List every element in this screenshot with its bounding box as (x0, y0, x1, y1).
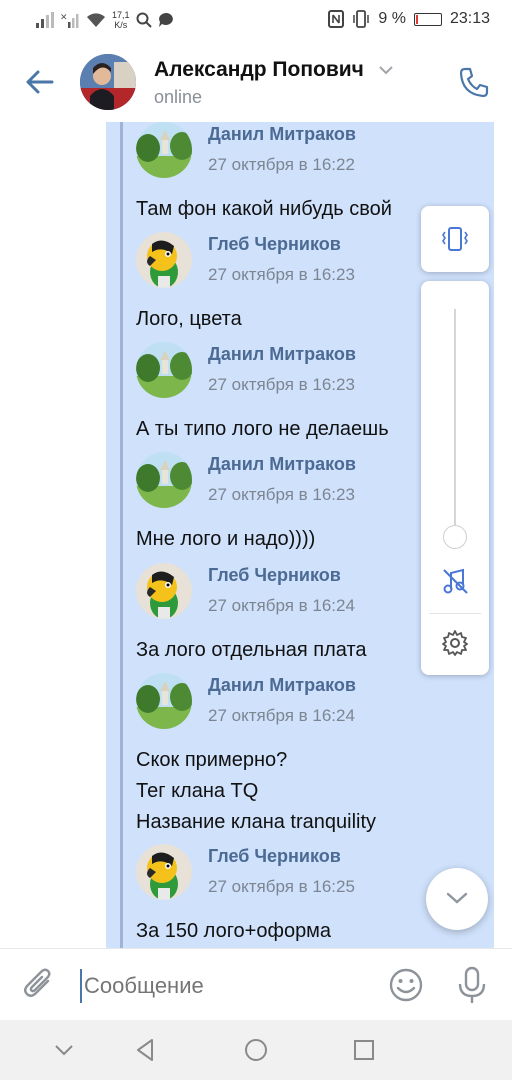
nav-recents-icon[interactable] (350, 1036, 378, 1064)
nav-home-icon[interactable] (242, 1036, 270, 1064)
battery-percent: 9 % (378, 10, 406, 27)
svg-text:✕: ✕ (60, 13, 68, 23)
battery-icon (413, 12, 442, 26)
message-text-line: Название клана tranquility (136, 811, 377, 833)
park-photo (136, 122, 192, 178)
net-speed-unit: K/s (114, 20, 128, 30)
chat-header: Александр Попович online (0, 44, 512, 122)
message-text: А ты типо лого не делаешь (136, 418, 389, 440)
forwarded-quote-bar (120, 122, 123, 948)
message-time: 27 октября в 16:22 (208, 155, 355, 174)
message-time: 27 октября в 16:23 (208, 265, 355, 284)
author-avatar[interactable] (136, 452, 192, 508)
status-time: 23:13 (449, 10, 490, 27)
vibrate-icon (442, 227, 468, 251)
message-text: Там фон какой нибудь свой (136, 198, 392, 220)
message-text: За лого отдельная плата (136, 639, 367, 661)
message-time: 27 октября в 16:24 (208, 596, 355, 615)
author-avatar[interactable] (136, 844, 192, 900)
message-text-line: Тег клана TQ (136, 780, 259, 802)
chevron-down-icon (446, 892, 468, 904)
vibrate-status-icon (353, 10, 370, 28)
author-avatar[interactable] (136, 342, 192, 398)
author-avatar[interactable] (136, 122, 192, 178)
system-navigation-bar (0, 1020, 512, 1080)
message-text-line: Скок примерно? (136, 749, 288, 771)
volume-slider-knob[interactable] (443, 525, 467, 549)
status-bar: ✕ 17,1 K/s 9 % 23:13 (0, 0, 512, 44)
vibrate-mode-button[interactable] (421, 206, 489, 272)
message-time: 27 октября в 16:23 (208, 375, 355, 394)
signal-icon (36, 12, 54, 28)
emoji-icon[interactable] (388, 967, 424, 1003)
message-text: Скок примерно? Тег клана TQ Название кла… (136, 745, 426, 838)
battery-fill (415, 14, 418, 24)
scroll-down-button[interactable] (426, 868, 488, 930)
author-avatar[interactable] (136, 673, 192, 729)
contact-avatar[interactable] (80, 54, 136, 110)
nav-hide-icon[interactable] (50, 1036, 78, 1064)
message-author[interactable]: Глеб Черников (208, 234, 341, 255)
back-arrow-icon[interactable] (22, 64, 58, 100)
message-author[interactable]: Данил Митраков (208, 454, 356, 475)
volume-slider-track[interactable] (454, 309, 456, 537)
volume-divider (429, 613, 481, 614)
message-text: Лого, цвета (136, 308, 242, 330)
parrot-photo (136, 232, 192, 288)
park-photo (136, 673, 192, 729)
contact-status: online (154, 87, 203, 107)
nfc-icon (328, 10, 345, 28)
parrot-photo (136, 563, 192, 619)
search-icon (136, 12, 152, 28)
message-time: 27 октября в 16:23 (208, 485, 355, 504)
gear-icon[interactable] (439, 627, 471, 659)
park-photo (136, 342, 192, 398)
message-author[interactable]: Данил Митраков (208, 344, 356, 365)
phone-icon[interactable] (456, 64, 492, 100)
contact-name[interactable]: Александр Попович (154, 58, 364, 82)
message-composer (0, 948, 512, 1020)
message-text: За 150 лого+оформа (136, 920, 332, 942)
signal-x-icon: ✕ (60, 13, 79, 28)
author-avatar[interactable] (136, 232, 192, 288)
chat-notification-icon (158, 13, 173, 27)
message-time: 27 октября в 16:24 (208, 706, 355, 725)
chevron-down-icon[interactable] (378, 64, 394, 76)
message-input[interactable] (80, 969, 370, 1003)
message-text: Мне лого и надо)))) (136, 528, 316, 550)
message-author[interactable]: Данил Митраков (208, 675, 356, 696)
message-author[interactable]: Данил Митраков (208, 124, 356, 145)
paperclip-icon[interactable] (22, 967, 58, 1003)
message-time: 27 октября в 16:25 (208, 877, 355, 896)
music-mute-icon[interactable] (439, 565, 471, 597)
net-speed-value: 17,1 (112, 10, 130, 20)
wifi-icon (87, 13, 105, 27)
message-author[interactable]: Глеб Черников (208, 565, 341, 586)
volume-panel (421, 281, 489, 675)
park-photo (136, 452, 192, 508)
parrot-photo (136, 844, 192, 900)
microphone-icon[interactable] (454, 965, 490, 1005)
author-avatar[interactable] (136, 563, 192, 619)
net-speed: 17,1 K/s (112, 10, 130, 30)
message-author[interactable]: Глеб Черников (208, 846, 341, 867)
nav-back-icon[interactable] (132, 1036, 160, 1064)
